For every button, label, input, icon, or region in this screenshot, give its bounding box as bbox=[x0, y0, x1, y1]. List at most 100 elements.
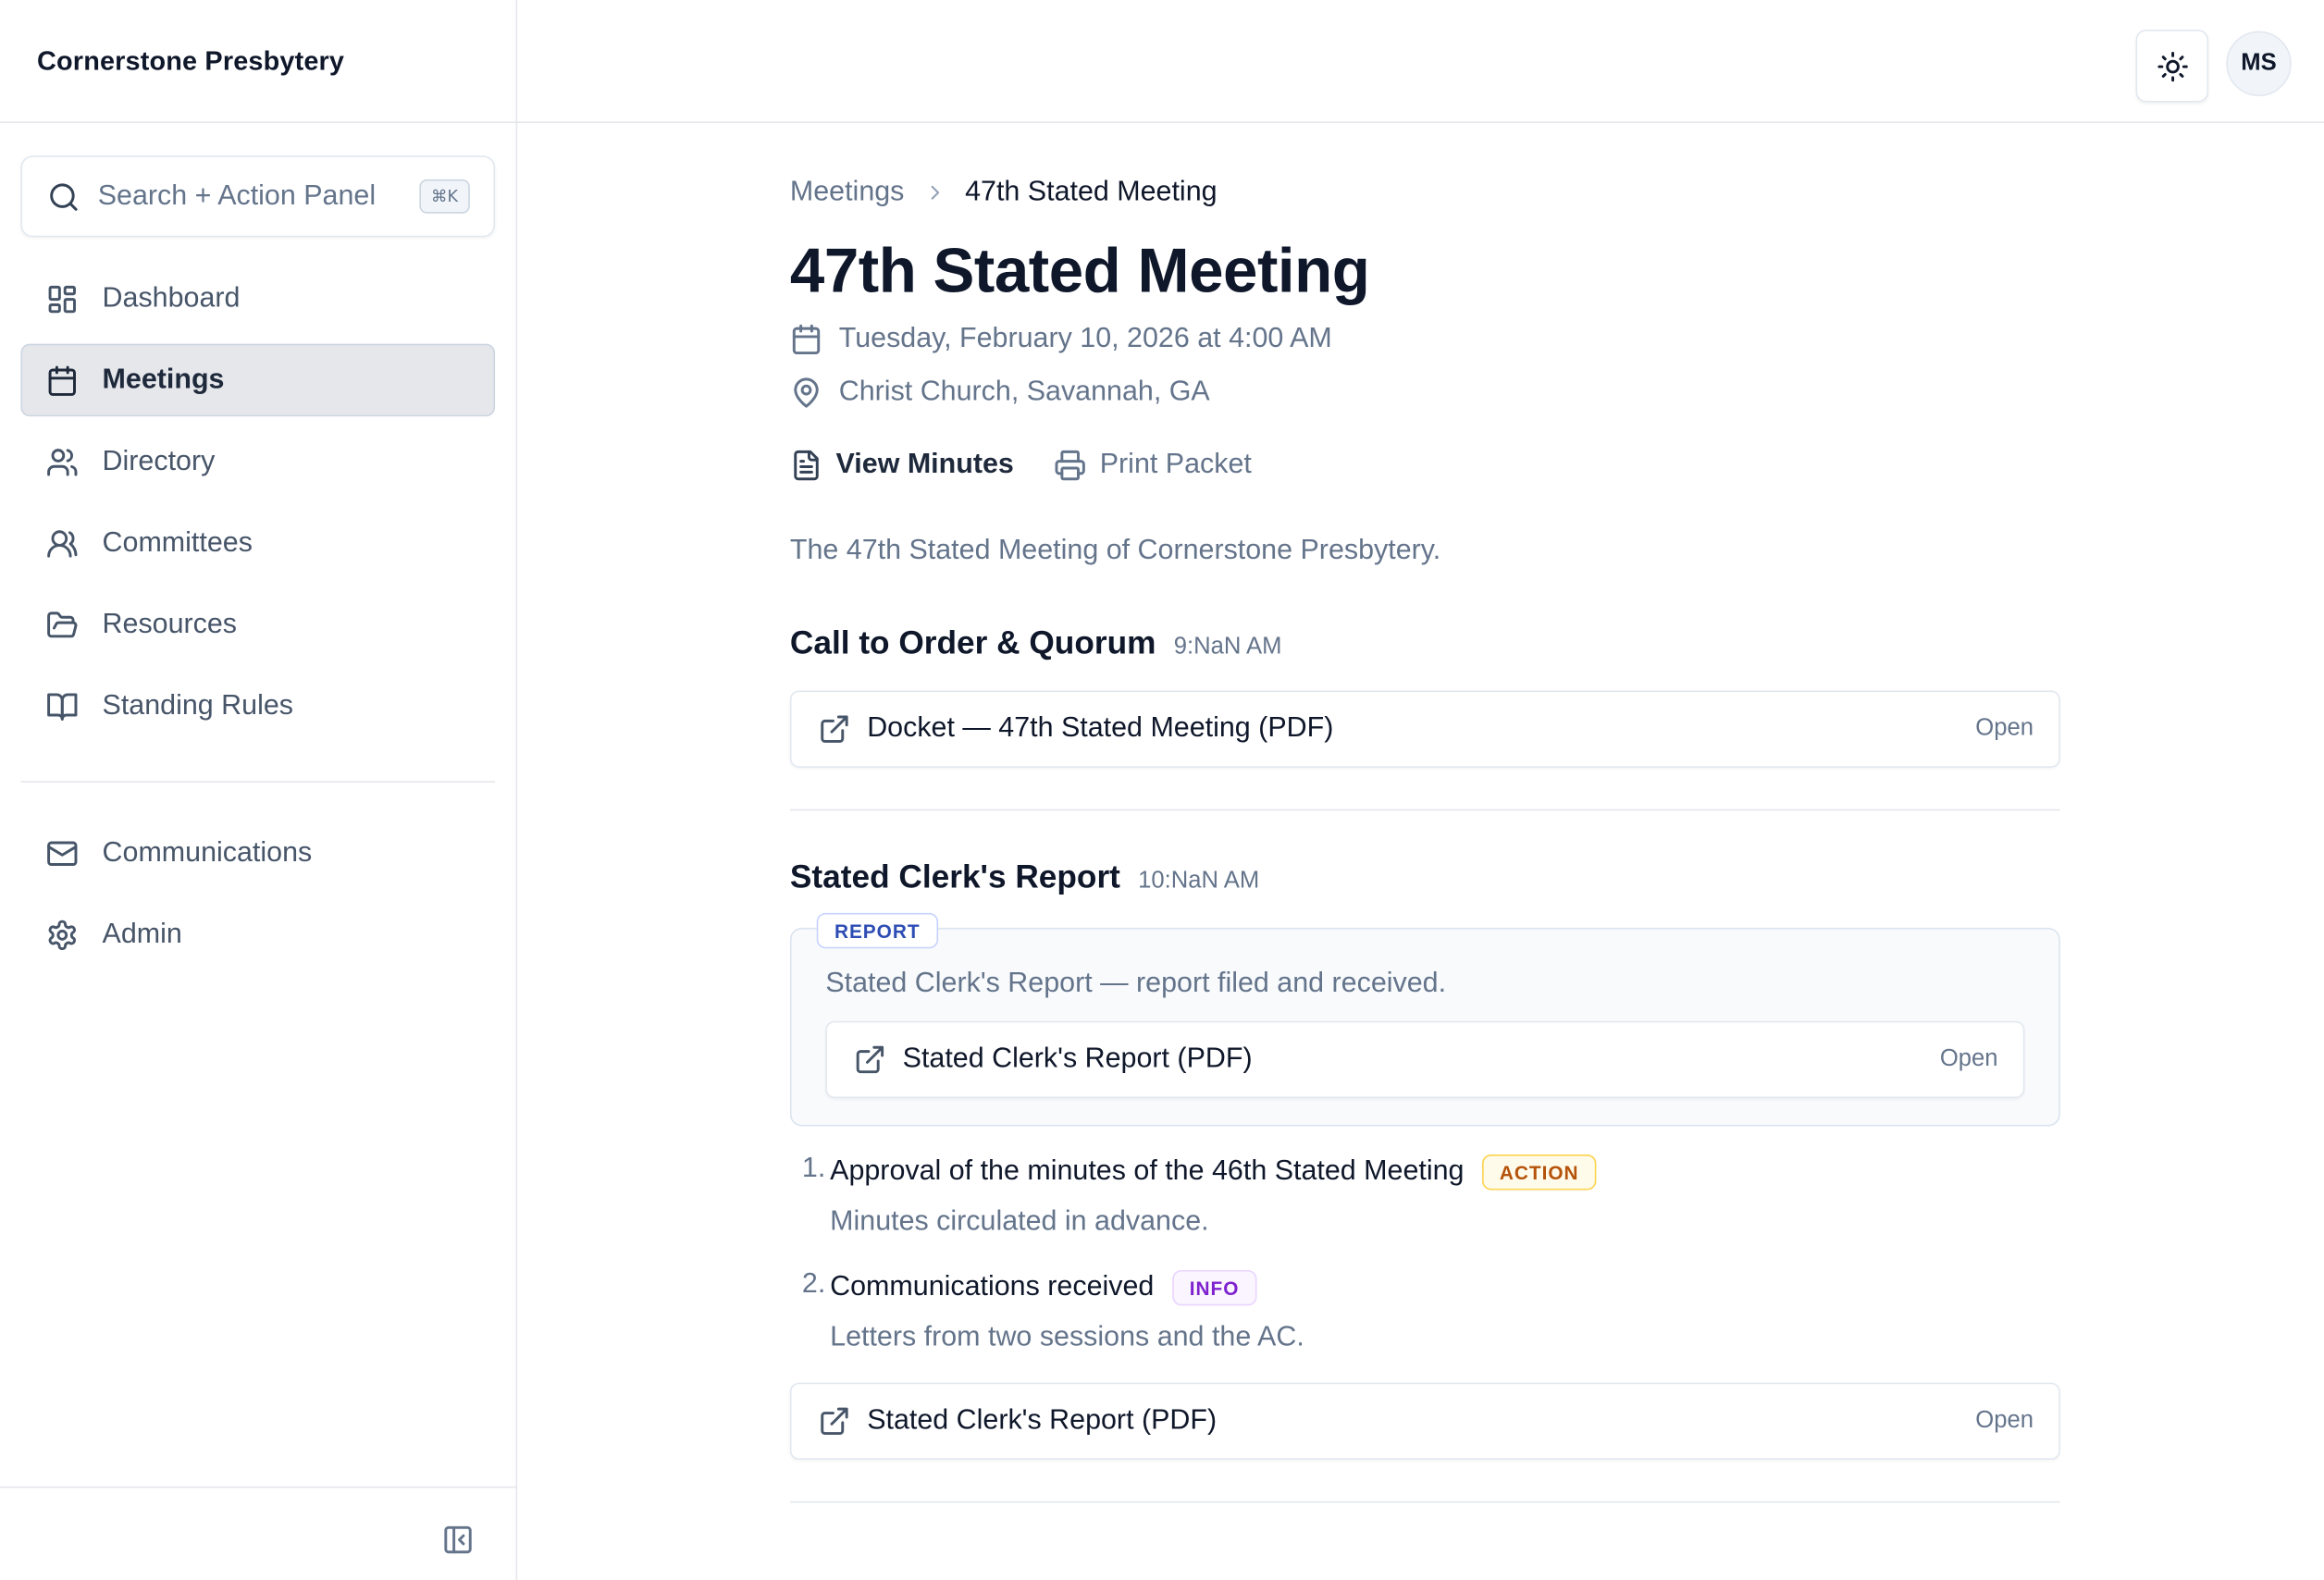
item-number: 1. bbox=[801, 1153, 826, 1185]
user-avatar[interactable]: MS bbox=[2226, 31, 2292, 97]
sidebar-item-label: Standing Rules bbox=[102, 689, 294, 722]
section-header: Stated Clerk's Report 10:NaN AM bbox=[790, 858, 2060, 897]
sidebar-item-directory[interactable]: Directory bbox=[20, 426, 495, 499]
users-icon bbox=[47, 529, 78, 557]
breadcrumb: Meetings 47th Stated Meeting bbox=[790, 177, 2060, 209]
sidebar-body: Search + Action Panel ⌘K Dashboard Meeti… bbox=[0, 123, 516, 1487]
top-bar: MS bbox=[517, 0, 2324, 123]
meeting-datetime: Tuesday, February 10, 2026 at 4:00 AM bbox=[790, 322, 2060, 357]
sidebar-item-label: Resources bbox=[102, 608, 238, 640]
section-time: 10:NaN AM bbox=[1138, 868, 1260, 895]
sidebar-item-resources[interactable]: Resources bbox=[20, 588, 495, 661]
section-title: Call to Order & Quorum bbox=[789, 623, 1156, 661]
item-title: Communications received bbox=[830, 1271, 1155, 1303]
calendar-icon bbox=[48, 364, 76, 396]
item-title: Approval of the minutes of the 46th Stat… bbox=[830, 1155, 1465, 1188]
section-documents: Stated Clerk's Report (PDF) Open bbox=[789, 1382, 2060, 1461]
view-minutes-label: View Minutes bbox=[835, 449, 1014, 481]
sidebar: Cornerstone Presbytery Search + Action P… bbox=[0, 0, 518, 1580]
open-link[interactable]: Open bbox=[1940, 1046, 1998, 1073]
report-badge: REPORT bbox=[816, 913, 938, 949]
shortcut-hint: ⌘K bbox=[419, 179, 470, 214]
sidebar-item-label: Committees bbox=[102, 526, 253, 559]
search-label: Search + Action Panel bbox=[97, 179, 377, 212]
dashboard-icon bbox=[48, 285, 76, 313]
main-area: MS Meetings 47th Stated Meeting 47th Sta… bbox=[517, 0, 2324, 1580]
section-divider bbox=[789, 809, 2060, 811]
nav-divider bbox=[20, 781, 496, 783]
sidebar-item-standing-rules[interactable]: Standing Rules bbox=[20, 670, 495, 743]
sidebar-item-committees[interactable]: Committees bbox=[20, 507, 495, 580]
sun-icon bbox=[2157, 51, 2187, 81]
item-number: 2. bbox=[801, 1268, 826, 1301]
map-pin-icon bbox=[794, 377, 819, 408]
report-summary: Stated Clerk's Report — report filed and… bbox=[825, 968, 1447, 999]
meeting-location-text: Christ Church, Savannah, GA bbox=[838, 376, 1210, 408]
search-action-panel[interactable]: Search + Action Panel ⌘K bbox=[20, 155, 496, 238]
info-badge: INFO bbox=[1171, 1270, 1257, 1306]
sidebar-item-label: Directory bbox=[102, 445, 216, 477]
mail-icon bbox=[47, 840, 78, 866]
document-name: Stated Clerk's Report (PDF) bbox=[867, 1404, 1218, 1437]
external-link-icon bbox=[821, 1407, 848, 1436]
open-link[interactable]: Open bbox=[1975, 716, 2034, 743]
sidebar-item-dashboard[interactable]: Dashboard bbox=[20, 263, 495, 336]
theme-toggle-button[interactable] bbox=[2135, 30, 2209, 103]
gear-icon bbox=[48, 919, 76, 950]
meeting-description: The 47th Stated Meeting of Cornerstone P… bbox=[789, 535, 1441, 567]
document-link[interactable]: Stated Clerk's Report (PDF) Open bbox=[789, 1382, 2060, 1461]
document-name: Stated Clerk's Report (PDF) bbox=[902, 1043, 1253, 1075]
brand-bar: Cornerstone Presbytery bbox=[0, 0, 516, 123]
search-icon bbox=[50, 182, 78, 210]
sidebar-item-communications[interactable]: Communications bbox=[20, 817, 495, 890]
document-link[interactable]: Stated Clerk's Report (PDF) Open bbox=[825, 1020, 2025, 1099]
primary-nav: Dashboard Meetings Directory Committees … bbox=[20, 263, 496, 743]
section-divider bbox=[789, 1501, 2060, 1503]
app-window: Cornerstone Presbytery Search + Action P… bbox=[0, 0, 2324, 1580]
secondary-nav: Communications Admin bbox=[20, 817, 495, 971]
printer-icon bbox=[1055, 451, 1085, 481]
sidebar-footer bbox=[0, 1486, 516, 1580]
agenda-item: 1. Approval of the minutes of the 46th S… bbox=[790, 1154, 2060, 1240]
chevron-right-icon bbox=[931, 185, 940, 200]
print-packet-button[interactable]: Print Packet bbox=[1054, 450, 1252, 482]
section-title: Stated Clerk's Report bbox=[789, 858, 1120, 895]
view-minutes-button[interactable]: View Minutes bbox=[790, 450, 1014, 482]
report-card: REPORT Stated Clerk's Report — report fi… bbox=[789, 913, 2060, 1127]
item-note: Minutes circulated in advance. bbox=[830, 1206, 1209, 1238]
page-title: 47th Stated Meeting bbox=[789, 235, 1370, 306]
document-name: Docket — 47th Stated Meeting (PDF) bbox=[867, 712, 1334, 745]
meeting-location: Christ Church, Savannah, GA bbox=[790, 375, 2060, 410]
brand-title[interactable]: Cornerstone Presbytery bbox=[37, 45, 344, 77]
meeting-datetime-text: Tuesday, February 10, 2026 at 4:00 AM bbox=[838, 323, 1332, 355]
breadcrumb-meetings-link[interactable]: Meetings bbox=[790, 177, 905, 209]
sidebar-item-label: Dashboard bbox=[102, 282, 241, 314]
section-time: 9:NaN AM bbox=[1173, 634, 1282, 660]
sidebar-item-label: Communications bbox=[102, 836, 313, 868]
breadcrumb-current: 47th Stated Meeting bbox=[965, 176, 1218, 208]
meeting-actions: View Minutes Print Packet bbox=[790, 446, 2060, 485]
users-icon bbox=[47, 448, 78, 475]
file-text-icon bbox=[794, 451, 819, 481]
sidebar-item-label: Meetings bbox=[102, 364, 225, 395]
agenda-section-stated-clerks-report: Stated Clerk's Report 10:NaN AM REPORT S… bbox=[789, 858, 2060, 1461]
agenda-section-call-to-order: Call to Order & Quorum 9:NaN AM Docket —… bbox=[789, 624, 2060, 769]
open-link[interactable]: Open bbox=[1975, 1408, 2034, 1435]
agenda-item: 2. Communications received INFO Letters … bbox=[790, 1268, 2060, 1354]
action-badge: ACTION bbox=[1481, 1154, 1597, 1191]
external-link-icon bbox=[856, 1045, 884, 1074]
sidebar-item-meetings[interactable]: Meetings bbox=[20, 343, 496, 417]
sidebar-item-label: Admin bbox=[102, 918, 182, 950]
sidebar-item-admin[interactable]: Admin bbox=[20, 898, 495, 970]
document-link[interactable]: Docket — 47th Stated Meeting (PDF) Open bbox=[789, 690, 2060, 769]
calendar-icon bbox=[792, 324, 821, 355]
section-header: Call to Order & Quorum 9:NaN AM bbox=[790, 624, 2060, 663]
agenda-items: 1. Approval of the minutes of the 46th S… bbox=[790, 1154, 2060, 1355]
external-link-icon bbox=[821, 715, 848, 744]
print-packet-label: Print Packet bbox=[1099, 449, 1252, 481]
book-icon bbox=[47, 692, 78, 721]
meeting-content: Meetings 47th Stated Meeting 47th Stated… bbox=[789, 123, 2060, 1503]
folder-icon bbox=[47, 611, 78, 637]
collapse-sidebar-icon[interactable] bbox=[441, 1524, 474, 1556]
item-note: Letters from two sessions and the AC. bbox=[830, 1322, 1304, 1353]
